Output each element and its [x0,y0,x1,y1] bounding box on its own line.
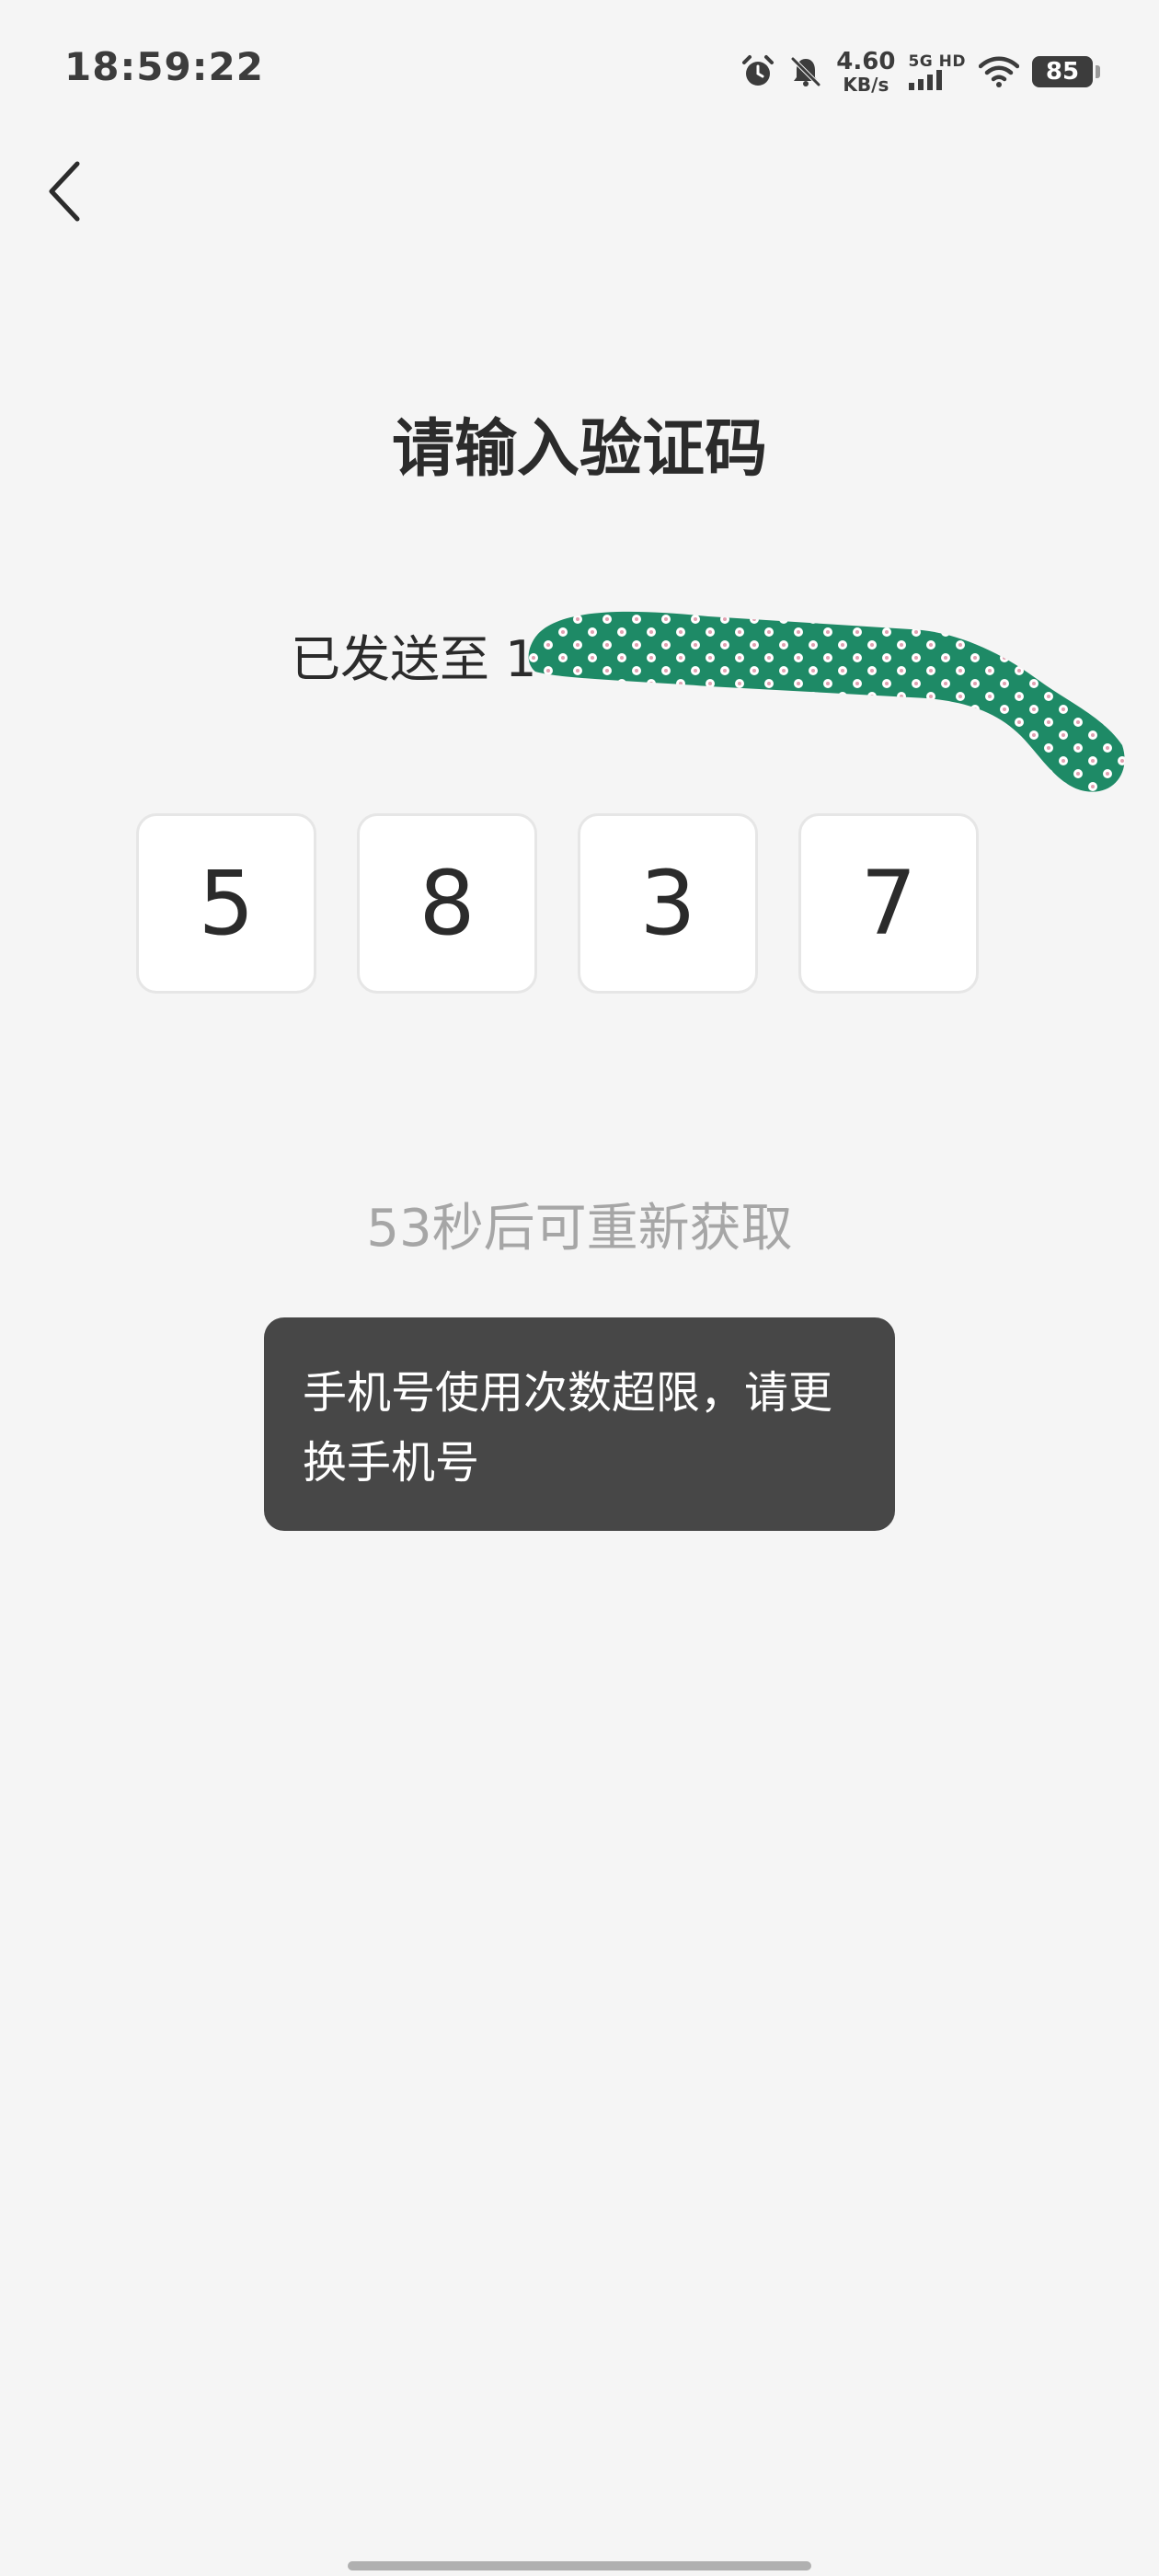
code-digit-box[interactable]: 8 [357,813,537,994]
battery-level: 85 [1045,58,1080,86]
network-type-label: 5G HD [908,52,966,71]
silent-bell-icon [788,54,823,89]
code-digit-box[interactable]: 7 [798,813,979,994]
code-digit-box[interactable]: 5 [136,813,316,994]
back-button[interactable] [28,152,101,235]
network-type: 5G HD [908,52,966,90]
sent-to-text: 已发送至 1 [291,630,537,688]
status-icons: 4.60 KB/s 5G HD 85 [740,46,1100,98]
code-digit-box[interactable]: 3 [578,813,758,994]
battery-icon: 85 [1032,56,1100,87]
net-speed: 4.60 KB/s [836,50,895,94]
toast-message: 手机号使用次数超限，请更换手机号 [264,1317,895,1531]
resend-countdown: 53秒后可重新获取 [366,1199,793,1259]
alarm-icon [740,54,775,89]
home-indicator[interactable] [348,2561,811,2570]
status-bar: 18:59:22 4.60 KB/s 5G HD 85 [0,0,1159,138]
redaction-mark [524,598,1131,800]
chevron-left-icon [42,158,86,228]
status-time: 18:59:22 [64,44,264,89]
signal-icon [908,69,945,90]
page-title: 请输入验证码 [391,413,767,486]
net-speed-unit: KB/s [843,74,889,96]
wifi-icon [979,55,1019,88]
code-input-row[interactable]: 5 8 3 7 [136,813,979,994]
net-speed-value: 4.60 [836,48,896,75]
